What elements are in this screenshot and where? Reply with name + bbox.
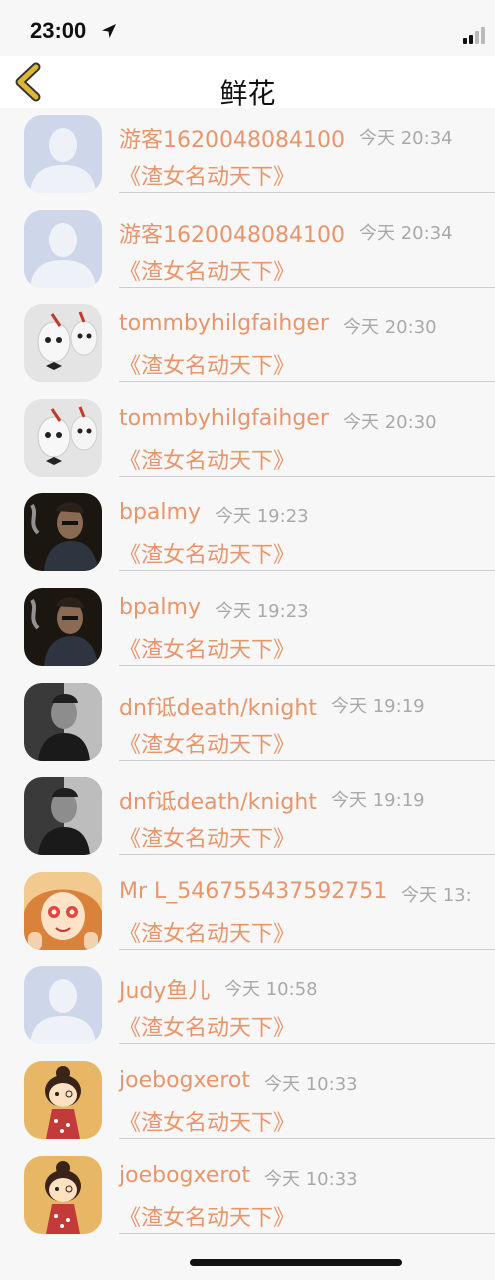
username[interactable]: joebogxerot xyxy=(119,1163,250,1188)
username[interactable]: 游客1620048084100 xyxy=(119,122,345,154)
username[interactable]: bpalmy xyxy=(119,500,201,525)
timestamp: 今天 19:19 xyxy=(331,695,425,717)
list-item[interactable]: 游客1620048084100 今天 20:34 《渣女名动天下》 xyxy=(0,203,495,298)
book-title-link[interactable]: 《渣女名动天下》 xyxy=(119,821,295,853)
timestamp: 今天 20:30 xyxy=(343,317,437,339)
timestamp: 今天 13: xyxy=(401,884,472,906)
timestamp: 今天 20:34 xyxy=(359,128,453,149)
timestamp: 今天 10:58 xyxy=(224,979,318,1001)
list-item[interactable]: dnf诋death/knight 今天 19:19 《渣女名动天下》 xyxy=(0,676,495,771)
flower-gift-list: 游客1620048084100 今天 20:34 《渣女名动天下》 游客1620048… xyxy=(0,108,495,1243)
egg-figures-avatar[interactable] xyxy=(24,304,102,383)
list-item[interactable]: Mr L_546755437592751 今天 13: 《渣女名动天下》 xyxy=(0,865,495,960)
book-title-link[interactable]: 《渣女名动天下》 xyxy=(119,159,295,191)
book-title-link[interactable]: 《渣女名动天下》 xyxy=(119,443,295,475)
book-title-link[interactable]: 《渣女名动天下》 xyxy=(119,537,295,569)
book-title-link[interactable]: 《渣女名动天下》 xyxy=(119,348,295,380)
book-title-link[interactable]: 《渣女名动天下》 xyxy=(119,632,295,664)
status-bar: 23:00 xyxy=(0,0,495,56)
smoking-man-avatar[interactable] xyxy=(24,587,102,666)
timestamp: 今天 19:23 xyxy=(215,600,309,622)
timestamp: 今天 19:19 xyxy=(331,790,425,812)
divider xyxy=(119,854,495,856)
placeholder-avatar-icon[interactable] xyxy=(24,115,102,193)
divider xyxy=(119,475,495,477)
book-title-link[interactable]: 《渣女名动天下》 xyxy=(119,1105,295,1137)
book-title-link[interactable]: 《渣女名动天下》 xyxy=(119,1010,295,1042)
divider xyxy=(119,664,495,666)
divider xyxy=(119,192,495,193)
divider xyxy=(119,381,495,383)
location-arrow-icon xyxy=(102,24,116,38)
egg-figures-avatar[interactable] xyxy=(24,398,102,477)
divider xyxy=(119,1232,495,1234)
list-item[interactable]: bpalmy 今天 19:23 《渣女名动天下》 xyxy=(0,486,495,581)
username[interactable]: bpalmy xyxy=(119,595,201,620)
timestamp: 今天 10:33 xyxy=(264,1073,358,1095)
list-item[interactable]: joebogxerot 今天 10:33 《渣女名动天下》 xyxy=(0,1149,495,1244)
timestamp: 今天 20:34 xyxy=(359,222,453,244)
list-item[interactable]: 游客1620048084100 今天 20:34 《渣女名动天下》 xyxy=(0,108,495,203)
man-portrait-avatar[interactable] xyxy=(24,682,102,761)
username[interactable]: Mr L_546755437592751 xyxy=(119,879,387,904)
username[interactable]: joebogxerot xyxy=(119,1068,250,1093)
status-time: 23:00 xyxy=(30,18,87,43)
username[interactable]: 游客1620048084100 xyxy=(119,217,345,249)
book-title-link[interactable]: 《渣女名动天下》 xyxy=(119,1200,295,1232)
book-title-link[interactable]: 《渣女名动天下》 xyxy=(119,916,295,948)
cartoon-doll-avatar[interactable] xyxy=(24,1060,102,1139)
divider xyxy=(119,1137,495,1139)
timestamp: 今天 19:23 xyxy=(215,506,309,528)
placeholder-avatar-icon[interactable] xyxy=(24,966,102,1045)
username[interactable]: tommbyhilgfaihger xyxy=(119,406,329,431)
username[interactable]: dnf诋death/knight xyxy=(119,690,317,722)
book-title-link[interactable]: 《渣女名动天下》 xyxy=(119,727,295,759)
smoking-man-avatar[interactable] xyxy=(24,493,102,572)
list-item[interactable]: joebogxerot 今天 10:33 《渣女名动天下》 xyxy=(0,1054,495,1149)
list-item[interactable]: bpalmy 今天 19:23 《渣女名动天下》 xyxy=(0,581,495,676)
username[interactable]: Judy鱼儿 xyxy=(119,973,210,1005)
username[interactable]: dnf诋death/knight xyxy=(119,784,317,816)
cartoon-girl-avatar[interactable] xyxy=(24,871,102,950)
nav-bar: 鲜花 xyxy=(0,56,495,110)
divider xyxy=(119,286,495,288)
timestamp: 今天 10:33 xyxy=(264,1168,358,1190)
home-indicator xyxy=(190,1259,402,1266)
timestamp: 今天 20:30 xyxy=(343,411,437,433)
list-item[interactable]: tommbyhilgfaihger 今天 20:30 《渣女名动天下》 xyxy=(0,392,495,487)
page-title: 鲜花 xyxy=(219,77,276,110)
divider xyxy=(119,570,495,572)
divider xyxy=(119,759,495,761)
list-item[interactable]: dnf诋death/knight 今天 19:19 《渣女名动天下》 xyxy=(0,770,495,865)
placeholder-avatar-icon[interactable] xyxy=(24,209,102,288)
list-item[interactable]: Judy鱼儿 今天 10:58 《渣女名动天下》 xyxy=(0,959,495,1054)
username[interactable]: tommbyhilgfaihger xyxy=(119,311,329,336)
list-item[interactable]: tommbyhilgfaihger 今天 20:30 《渣女名动天下》 xyxy=(0,297,495,392)
signal-strength-icon xyxy=(463,26,489,44)
book-title-link[interactable]: 《渣女名动天下》 xyxy=(119,254,295,286)
cartoon-doll-avatar[interactable] xyxy=(24,1155,102,1234)
divider xyxy=(119,948,495,950)
man-portrait-avatar[interactable] xyxy=(24,777,102,856)
divider xyxy=(119,1043,495,1045)
